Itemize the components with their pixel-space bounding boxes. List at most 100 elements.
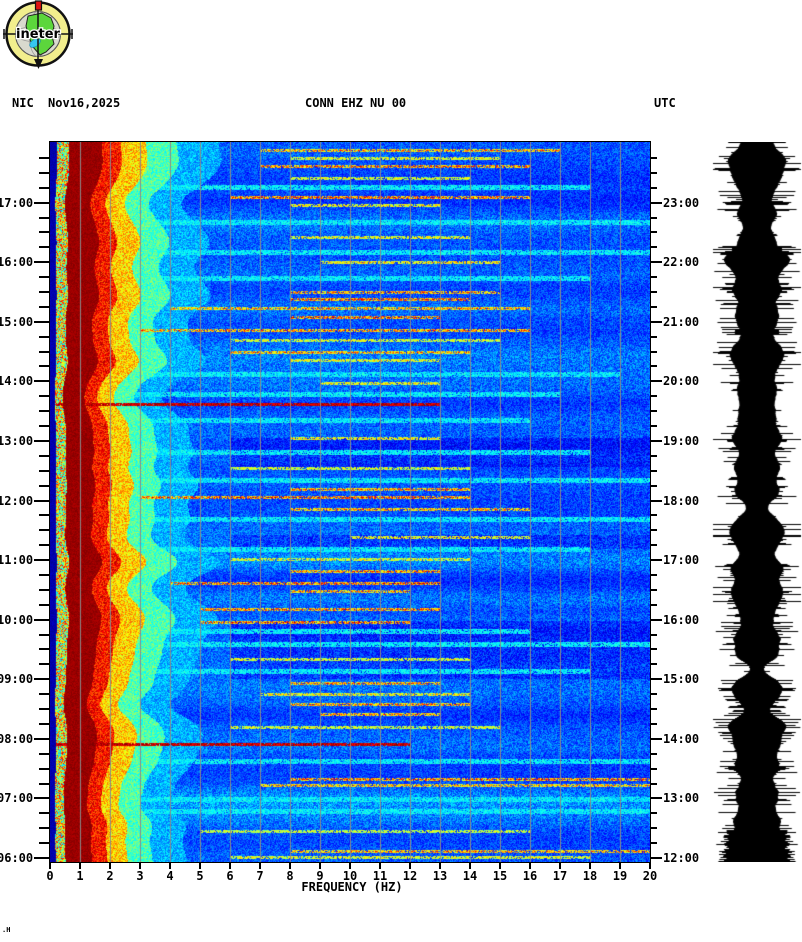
right-time-tick [650, 351, 657, 353]
left-time-tick [34, 678, 50, 680]
left-time-label: 07:00 [0, 791, 33, 805]
right-time-tick [650, 648, 657, 650]
left-time-tick [34, 202, 50, 204]
right-time-tick [650, 812, 657, 814]
left-time-tick [39, 514, 50, 516]
freq-tick-label: 14 [455, 869, 485, 883]
left-time-tick [39, 425, 50, 427]
right-time-label: 12:00 [663, 851, 703, 865]
left-time-tick [39, 157, 50, 159]
right-time-tick [650, 440, 662, 442]
left-time-tick [34, 559, 50, 561]
freq-tick [199, 862, 201, 869]
ineter-logo: ineter [2, 0, 74, 70]
spectrogram-page: ineter NIC Nov16,2025 CONN EHZ NU 00 UTC… [0, 0, 802, 942]
freq-tick-label: 20 [635, 869, 665, 883]
x-axis-title: FREQUENCY (HZ) [252, 880, 452, 894]
left-time-tick [39, 663, 50, 665]
freq-tick-label: 2 [95, 869, 125, 883]
freq-tick-label: 18 [575, 869, 605, 883]
right-time-tick [650, 172, 657, 174]
right-time-tick [650, 544, 657, 546]
right-time-label: 20:00 [663, 374, 703, 388]
left-time-tick [39, 187, 50, 189]
right-time-tick [650, 693, 657, 695]
right-time-label: 14:00 [663, 732, 703, 746]
left-time-tick [34, 738, 50, 740]
freq-tick [79, 862, 81, 869]
right-time-tick [650, 187, 657, 189]
left-time-tick [39, 291, 50, 293]
freq-tick [589, 862, 591, 869]
right-time-tick [650, 425, 657, 427]
freq-tick [319, 862, 321, 869]
right-time-tick [650, 827, 657, 829]
right-time-tick [650, 261, 662, 263]
freq-tick-label: 17 [545, 869, 575, 883]
right-time-label: 23:00 [663, 196, 703, 210]
right-time-tick [650, 857, 662, 859]
freq-tick [619, 862, 621, 869]
right-time-tick [650, 842, 657, 844]
freq-tick [289, 862, 291, 869]
logo-text: ineter [16, 27, 61, 42]
left-time-label: 11:00 [0, 553, 33, 567]
left-time-tick [39, 768, 50, 770]
left-time-label: 08:00 [0, 732, 33, 746]
right-time-tick [650, 291, 657, 293]
right-time-tick [650, 678, 662, 680]
freq-tick [49, 862, 51, 869]
left-time-tick [39, 276, 50, 278]
left-time-tick [34, 380, 50, 382]
freq-tick [379, 862, 381, 869]
freq-tick-label: 0 [35, 869, 65, 883]
freq-tick-label: 4 [155, 869, 185, 883]
right-time-tick [650, 708, 657, 710]
left-time-tick [39, 842, 50, 844]
right-time-tick [650, 231, 657, 233]
spectrogram-canvas [50, 142, 650, 862]
right-time-tick [650, 321, 662, 323]
freq-tick-label: 3 [125, 869, 155, 883]
left-time-tick [39, 306, 50, 308]
freq-tick-label: 6 [215, 869, 245, 883]
left-time-label: 15:00 [0, 315, 33, 329]
right-time-label: 22:00 [663, 255, 703, 269]
left-time-label: 16:00 [0, 255, 33, 269]
left-time-tick [39, 604, 50, 606]
left-time-tick [34, 797, 50, 799]
right-time-tick [650, 246, 657, 248]
logo-flag-icon [36, 1, 42, 10]
left-time-tick [39, 783, 50, 785]
freq-tick [349, 862, 351, 869]
left-time-tick [39, 574, 50, 576]
right-time-tick [650, 574, 657, 576]
station-title: CONN EHZ NU 00 [305, 96, 406, 110]
right-time-tick [650, 514, 657, 516]
left-time-tick [39, 410, 50, 412]
right-time-tick [650, 589, 657, 591]
freq-tick [409, 862, 411, 869]
freq-tick [229, 862, 231, 869]
right-time-tick [650, 559, 662, 561]
freq-tick [439, 862, 441, 869]
left-time-label: 09:00 [0, 672, 33, 686]
right-time-tick [650, 276, 657, 278]
left-time-tick [39, 693, 50, 695]
left-time-tick [34, 500, 50, 502]
right-time-tick [650, 738, 662, 740]
freq-tick [259, 862, 261, 869]
right-time-tick [650, 470, 657, 472]
left-time-tick [39, 827, 50, 829]
date-label: Nov16,2025 [48, 96, 120, 110]
left-time-label: 10:00 [0, 613, 33, 627]
right-time-tick [650, 455, 657, 457]
freq-tick [499, 862, 501, 869]
left-time-tick [39, 455, 50, 457]
right-time-label: 15:00 [663, 672, 703, 686]
freq-tick [169, 862, 171, 869]
right-time-label: 13:00 [663, 791, 703, 805]
freq-tick [139, 862, 141, 869]
left-time-tick [39, 812, 50, 814]
right-time-tick [650, 797, 662, 799]
